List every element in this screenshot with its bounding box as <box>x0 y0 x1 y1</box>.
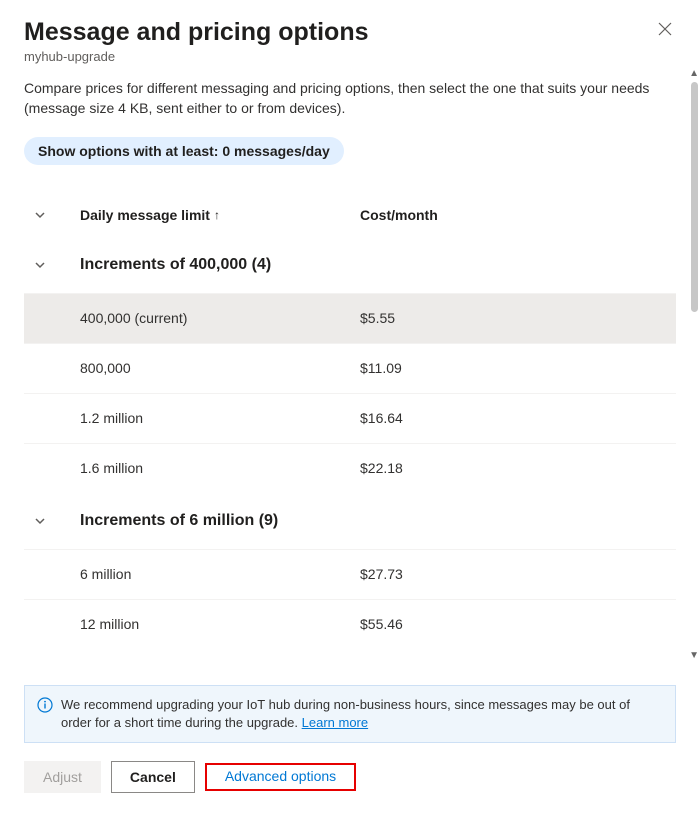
table-row[interactable]: 1.6 million $22.18 <box>24 443 676 493</box>
cell-limit: 1.6 million <box>80 460 360 476</box>
cancel-button[interactable]: Cancel <box>111 761 195 793</box>
highlight-annotation: Advanced options <box>205 763 356 791</box>
group-label: Increments of 400,000 (4) <box>80 256 271 274</box>
column-header-limit[interactable]: Daily message limit ↑ <box>80 207 360 223</box>
table-header-row: Daily message limit ↑ Cost/month <box>24 193 676 237</box>
table-row[interactable]: 12 million $55.46 <box>24 599 676 649</box>
chevron-down-icon <box>34 259 46 271</box>
table-row[interactable]: 400,000 (current) $5.55 <box>24 293 676 343</box>
table-row[interactable]: 1.2 million $16.64 <box>24 393 676 443</box>
pricing-table: Daily message limit ↑ Cost/month Increme… <box>24 193 676 649</box>
filter-pill[interactable]: Show options with at least: 0 messages/d… <box>24 137 344 165</box>
adjust-button: Adjust <box>24 761 101 793</box>
scrollbar[interactable] <box>691 82 698 642</box>
close-icon <box>658 22 672 36</box>
page-title: Message and pricing options <box>24 18 369 47</box>
cell-limit: 800,000 <box>80 360 360 376</box>
scrollbar-thumb[interactable] <box>691 82 698 312</box>
cell-cost: $5.55 <box>360 310 676 326</box>
close-button[interactable] <box>654 18 676 40</box>
scroll-up-arrow-icon[interactable]: ▲ <box>689 68 699 79</box>
group-header[interactable]: Increments of 6 million (9) <box>24 493 676 549</box>
info-icon <box>37 696 53 718</box>
footer: Adjust Cancel Advanced options <box>24 743 676 817</box>
table-row[interactable]: 800,000 $11.09 <box>24 343 676 393</box>
learn-more-link[interactable]: Learn more <box>302 715 368 730</box>
description-text: Compare prices for different messaging a… <box>24 78 676 119</box>
cell-limit: 12 million <box>80 616 360 632</box>
resource-name: myhub-upgrade <box>24 49 676 64</box>
info-message-bar: We recommend upgrading your IoT hub duri… <box>24 685 676 743</box>
info-text-wrap: We recommend upgrading your IoT hub duri… <box>61 696 663 732</box>
cell-cost: $22.18 <box>360 460 676 476</box>
cell-limit: 400,000 (current) <box>80 310 360 326</box>
chevron-down-icon <box>34 515 46 527</box>
group-label: Increments of 6 million (9) <box>80 512 278 530</box>
cell-cost: $11.09 <box>360 360 676 376</box>
cell-limit: 6 million <box>80 566 360 582</box>
advanced-options-link[interactable]: Advanced options <box>215 762 346 790</box>
table-row[interactable]: 6 million $27.73 <box>24 549 676 599</box>
scroll-region: Compare prices for different messaging a… <box>24 78 676 679</box>
expand-all-chevron-icon[interactable] <box>34 209 46 221</box>
cell-cost: $27.73 <box>360 566 676 582</box>
scroll-down-arrow-icon[interactable]: ▼ <box>689 650 699 661</box>
sort-ascending-icon: ↑ <box>214 208 220 222</box>
column-header-cost[interactable]: Cost/month <box>360 207 676 223</box>
column-header-limit-label: Daily message limit <box>80 207 210 223</box>
cell-cost: $16.64 <box>360 410 676 426</box>
cell-limit: 1.2 million <box>80 410 360 426</box>
group-header[interactable]: Increments of 400,000 (4) <box>24 237 676 293</box>
cell-cost: $55.46 <box>360 616 676 632</box>
